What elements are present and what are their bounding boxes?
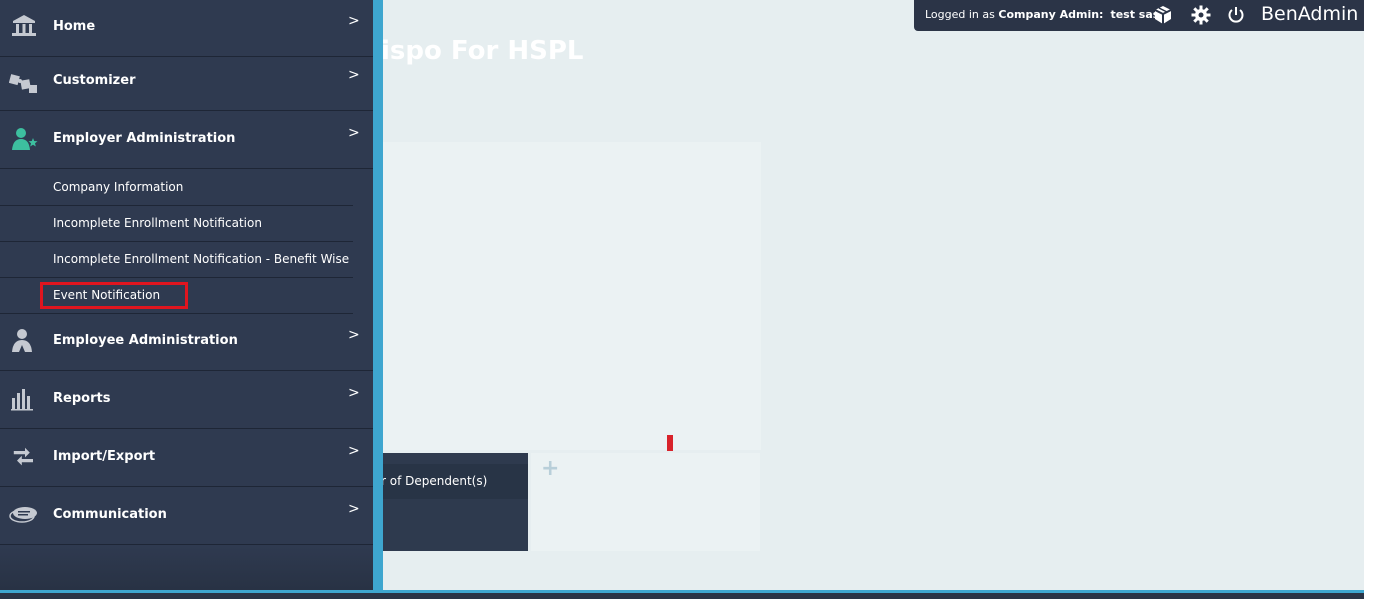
chevron-right-icon: > <box>348 443 360 459</box>
add-tile[interactable]: + <box>531 453 760 551</box>
employer-star-icon <box>9 125 39 153</box>
submenu-item-label: Incomplete Enrollment Notification <box>53 216 262 230</box>
chevron-right-icon: > <box>348 327 360 343</box>
sidebar-item-home[interactable]: Home > <box>0 0 373 57</box>
sidebar-edge[interactable] <box>373 0 383 590</box>
gear-icon[interactable] <box>1190 4 1212 26</box>
submenu-item-incomplete-enrollment-benefit-wise[interactable]: Incomplete Enrollment Notification - Ben… <box>0 242 353 278</box>
sidebar-item-label: Import/Export <box>53 449 156 464</box>
sidebar-item-employee-administration[interactable]: Employee Administration > <box>0 314 373 371</box>
highlight-box <box>40 282 188 309</box>
bottom-stripe <box>0 590 1364 593</box>
arrows-icon <box>9 443 39 471</box>
dependents-tile-header: r of Dependent(s) <box>381 464 528 499</box>
box-icon[interactable] <box>1152 4 1174 26</box>
submenu-item-company-information[interactable]: Company Information <box>0 170 353 206</box>
sidebar-item-reports[interactable]: Reports > <box>0 372 373 429</box>
chevron-right-icon: > <box>348 385 360 401</box>
sidebar-item-customizer[interactable]: Customizer > <box>0 54 373 111</box>
sidebar-item-label: Reports <box>53 391 111 406</box>
sidebar-item-communication[interactable]: Communication > <box>0 488 373 545</box>
chevron-right-icon: > <box>348 13 360 29</box>
bank-icon <box>9 13 39 41</box>
dependents-tile[interactable]: r of Dependent(s) <box>381 453 528 551</box>
puzzle-icon <box>8 67 39 95</box>
dashboard-panel <box>381 142 761 450</box>
red-marker <box>667 435 673 451</box>
submenu-item-label: Incomplete Enrollment Notification - Ben… <box>53 252 350 266</box>
submenu-item-incomplete-enrollment-notification[interactable]: Incomplete Enrollment Notification <box>0 206 353 242</box>
page-title: ispo For HSPL <box>381 36 584 66</box>
sidebar-item-import-export[interactable]: Import/Export > <box>0 430 373 487</box>
login-prefix: Logged in as <box>925 8 999 21</box>
person-icon <box>9 327 39 355</box>
top-bar: Logged in as Company Admin: test sas Ben… <box>914 0 1364 31</box>
sidebar: Home > Customizer > Employer Administrat… <box>0 0 373 590</box>
brand-logo[interactable]: BenAdmin <box>1261 3 1358 25</box>
sidebar-footer <box>0 546 373 590</box>
sidebar-item-label: Home <box>53 19 96 34</box>
submenu-item-label: Company Information <box>53 180 184 194</box>
login-info: Logged in as Company Admin: test sas <box>925 8 1159 21</box>
bottom-bar <box>0 590 1364 599</box>
sidebar-item-employer-administration[interactable]: Employer Administration > <box>0 112 373 169</box>
power-icon[interactable] <box>1225 4 1247 26</box>
plus-icon[interactable]: + <box>541 456 559 481</box>
sidebar-item-label: Employer Administration <box>53 131 236 146</box>
chevron-right-icon: > <box>348 67 360 83</box>
login-role: Company Admin: <box>998 8 1104 21</box>
dependents-tile-label: r of Dependent(s) <box>381 474 488 488</box>
sidebar-item-label: Employee Administration <box>53 333 238 348</box>
chat-icon <box>9 501 39 529</box>
chevron-right-icon: > <box>348 125 360 141</box>
sidebar-item-label: Communication <box>53 507 167 522</box>
sidebar-item-label: Customizer <box>53 73 136 88</box>
chevron-right-icon: > <box>348 501 360 517</box>
bar-chart-icon <box>9 385 39 413</box>
